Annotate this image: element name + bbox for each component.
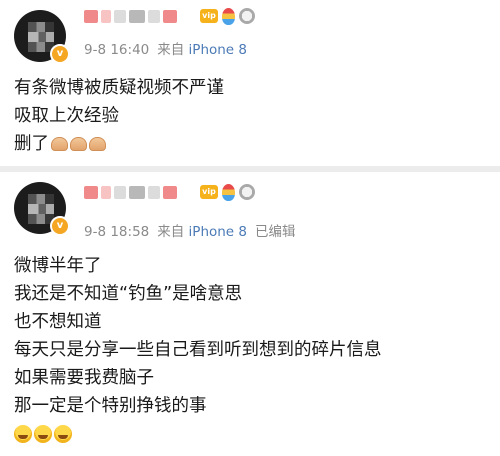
post-time: 9-8 16:40 <box>84 42 150 58</box>
redacted-block <box>114 9 126 23</box>
post-line: 删了 <box>14 134 49 154</box>
source-prefix: 来自 <box>157 42 185 58</box>
verified-badge-icon: v <box>50 216 70 236</box>
weibo-post-1: v vip 9-8 16:40 来自 iPhone 8 有条微博被质疑视频不严谨 … <box>0 0 500 166</box>
pray-icon <box>51 137 68 151</box>
redacted-block <box>163 185 177 199</box>
silver-medal-icon <box>239 8 255 24</box>
source-prefix: 来自 <box>157 224 185 240</box>
post-line: 微博半年了 <box>14 256 102 276</box>
redacted-block <box>129 9 145 23</box>
post-line: 吸取上次经验 <box>14 106 119 126</box>
redacted-block <box>84 185 98 199</box>
redacted-block <box>148 9 160 23</box>
edited-label[interactable]: 已编辑 <box>255 224 296 240</box>
redacted-block <box>114 185 126 199</box>
post-meta: 9-8 18:58 来自 iPhone 8 已编辑 <box>84 220 296 240</box>
silver-medal-icon <box>239 184 255 200</box>
pray-icon <box>89 137 106 151</box>
post-meta: 9-8 16:40 来自 iPhone 8 <box>84 38 247 58</box>
post-line: 有条微博被质疑视频不严谨 <box>14 78 224 98</box>
vip-medal-icon: vip <box>200 185 218 199</box>
post-line: 如果需要我费脑子 <box>14 368 154 388</box>
user-medals: vip <box>200 183 255 201</box>
weibo-post-2: v vip 9-8 18:58 来自 iPhone 8 已编辑 微博半年了 我还是不… <box>0 172 500 456</box>
username-redacted[interactable] <box>84 184 177 200</box>
source-device[interactable]: iPhone 8 <box>189 224 247 240</box>
post-text: 有条微博被质疑视频不严谨 吸取上次经验 删了 <box>14 74 490 158</box>
avatar-mosaic <box>28 194 54 224</box>
laugh-cry-icon <box>34 425 52 443</box>
laugh-cry-icon <box>14 425 32 443</box>
avatar-mosaic <box>28 22 54 52</box>
post-line: 也不想知道 <box>14 312 102 332</box>
redacted-block <box>84 9 98 23</box>
redacted-block <box>163 9 177 23</box>
post-line: 我还是不知道“钓鱼”是啥意思 <box>14 284 243 304</box>
redacted-block <box>148 185 160 199</box>
redacted-block <box>101 185 111 199</box>
post-time: 9-8 18:58 <box>84 224 150 240</box>
post-text: 微博半年了 我还是不知道“钓鱼”是啥意思 也不想知道 每天只是分享一些自己看到听… <box>14 252 490 448</box>
balloon-medal-icon <box>222 183 235 201</box>
laugh-cry-icon <box>54 425 72 443</box>
redacted-block <box>129 185 145 199</box>
post-line: 每天只是分享一些自己看到听到想到的碎片信息 <box>14 340 382 360</box>
username-redacted[interactable] <box>84 8 177 24</box>
emoji-row <box>14 420 490 448</box>
balloon-medal-icon <box>222 7 235 25</box>
redacted-block <box>101 9 111 23</box>
pray-icon <box>70 137 87 151</box>
vip-medal-icon: vip <box>200 9 218 23</box>
verified-badge-icon: v <box>50 44 70 64</box>
user-medals: vip <box>200 7 255 25</box>
post-line-with-emoji: 删了 <box>14 130 490 158</box>
post-line: 那一定是个特别挣钱的事 <box>14 396 207 416</box>
source-device[interactable]: iPhone 8 <box>189 42 247 58</box>
